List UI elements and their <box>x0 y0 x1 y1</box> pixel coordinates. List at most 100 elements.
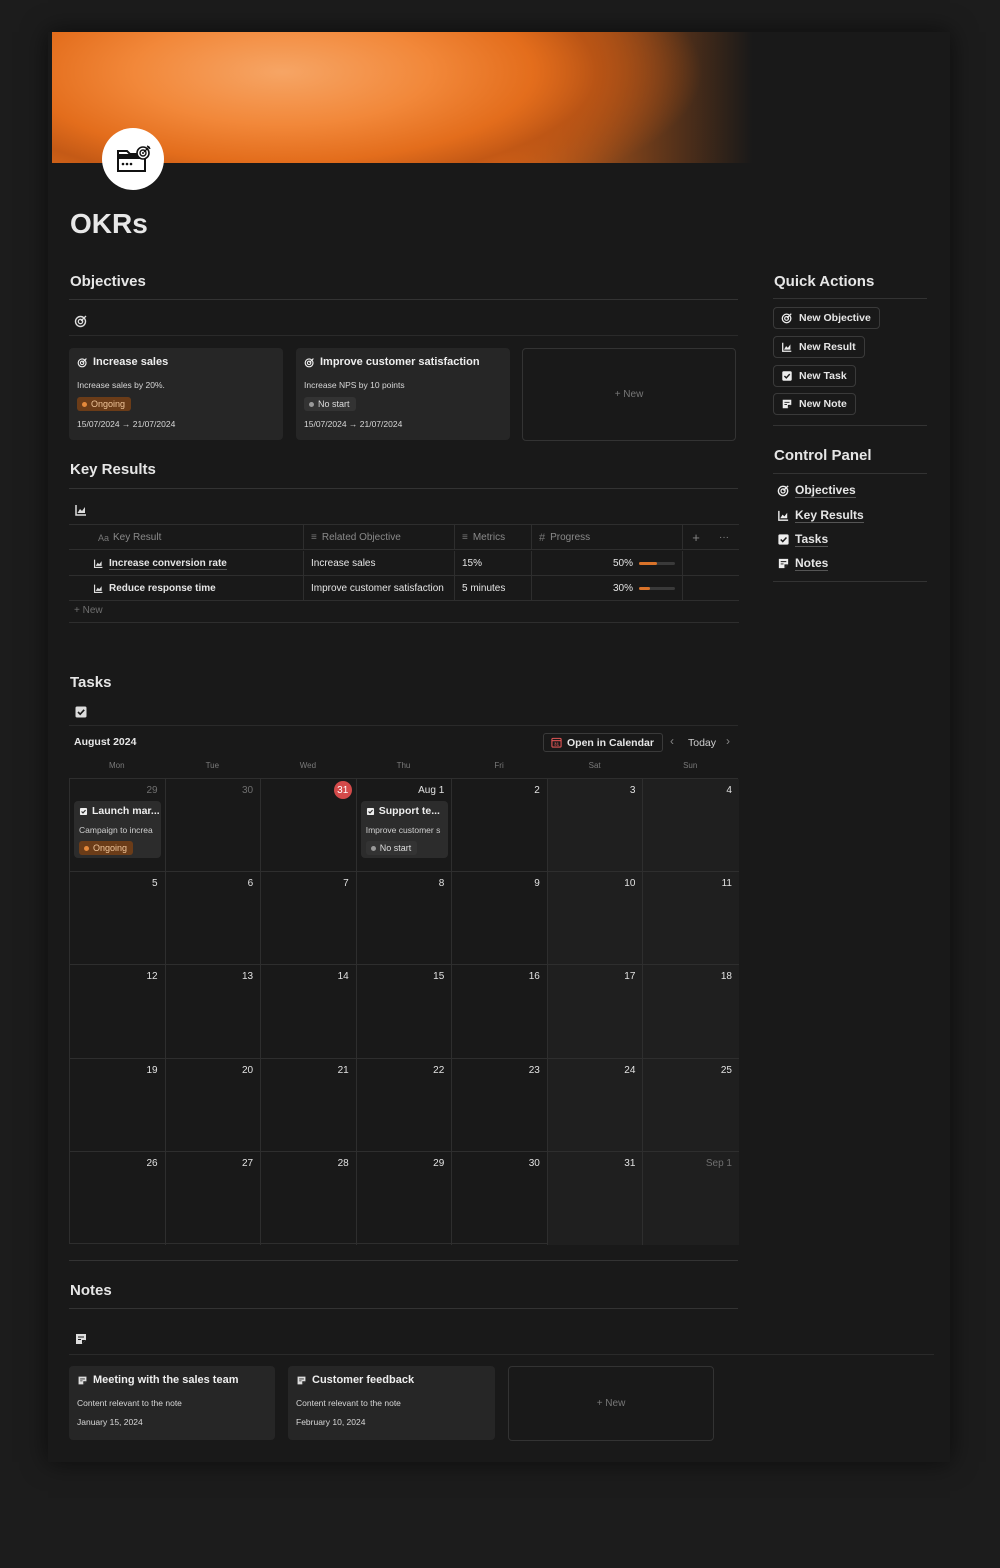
related-objective-cell[interactable]: Improve customer satisfaction <box>304 576 455 601</box>
task-card[interactable]: Support te... Improve customer s No start <box>360 801 448 858</box>
calendar-day-cell[interactable]: 27 <box>166 1151 262 1245</box>
calendar-day-cell[interactable]: 12 <box>70 965 166 1059</box>
calendar-day-cell[interactable]: 22 <box>356 1058 453 1152</box>
objective-card[interactable]: Increase sales Increase sales by 20%. On… <box>69 348 283 440</box>
related-objective-cell[interactable]: Increase sales <box>304 551 455 576</box>
weekday-label: Mon <box>109 761 125 770</box>
calendar-day-cell[interactable]: 15 <box>356 965 453 1059</box>
task-title: Support te... <box>366 805 440 817</box>
table-row[interactable]: Reduce response time Improve customer sa… <box>69 576 739 601</box>
note-card[interactable]: Customer feedback Content relevant to th… <box>288 1366 495 1440</box>
column-header-related-objective[interactable]: ≡ Related Objective <box>304 525 455 550</box>
calendar-day-cell[interactable]: 25 <box>643 1058 739 1152</box>
checkbox-icon[interactable] <box>74 705 88 719</box>
key-result-name[interactable]: Reduce response time <box>109 583 216 594</box>
calendar-day-cell[interactable]: 30 <box>452 1151 548 1245</box>
calendar-day-cell[interactable]: Aug 1 Support te... Improve customer s No s… <box>356 779 453 873</box>
calendar-day-cell[interactable]: 28 <box>261 1151 357 1245</box>
calendar-day-cell[interactable]: 9 <box>452 872 548 966</box>
progress-cell[interactable]: 50% <box>532 551 683 576</box>
note-card-title: Customer feedback <box>296 1374 414 1386</box>
new-objective-card[interactable]: + New <box>522 348 736 441</box>
calendar-body: 29 Launch mar... Campaign to increa Ongoing… <box>69 778 739 1245</box>
progress-bar <box>639 587 675 590</box>
key-result-name-cell[interactable]: Increase conversion rate <box>69 551 304 576</box>
checkbox-icon <box>782 371 792 381</box>
key-result-name[interactable]: Increase conversion rate <box>109 558 227 570</box>
calendar-day-cell[interactable]: 17 <box>547 965 644 1059</box>
column-header-metrics[interactable]: ≡ Metrics <box>455 525 532 550</box>
table-row[interactable]: Increase conversion rate Increase sales … <box>69 551 739 576</box>
calendar-day-cell[interactable]: 30 <box>165 779 262 873</box>
calendar-day-cell[interactable]: 3 <box>547 779 644 873</box>
new-row-button[interactable]: + New <box>69 601 739 623</box>
calendar-day-cell[interactable]: 26 <box>70 1151 166 1245</box>
metrics-cell[interactable]: 15% <box>455 551 532 576</box>
objective-card[interactable]: Improve customer satisfaction Increase N… <box>296 348 510 440</box>
chart-icon <box>782 342 792 352</box>
calendar-day-cell[interactable]: 29 <box>357 1151 453 1245</box>
day-number: 16 <box>528 971 540 983</box>
divider <box>69 1308 738 1309</box>
task-card[interactable]: Launch mar... Campaign to increa Ongoing <box>74 801 161 858</box>
calendar-day-cell[interactable]: 21 <box>261 1058 357 1152</box>
calendar-day-cell[interactable]: 19 <box>70 1058 166 1152</box>
notes-heading: Notes <box>70 1282 112 1299</box>
new-result-button[interactable]: New Result <box>773 336 865 358</box>
calendar-day-cell[interactable]: 29 Launch mar... Campaign to increa Ongoing <box>70 779 166 873</box>
more-options-button[interactable]: ··· <box>709 525 739 550</box>
calendar-day-cell[interactable]: 20 <box>165 1058 262 1152</box>
table-header-row: Aa Key Result ≡ Related Objective ≡ Metrics… <box>69 525 739 550</box>
calendar-day-cell[interactable]: 13 <box>165 965 262 1059</box>
calendar-day-cell[interactable]: 31 <box>547 1151 644 1245</box>
control-panel-key-results-link[interactable]: Key Results <box>777 508 864 523</box>
control-panel-tasks-link[interactable]: Tasks <box>777 532 829 547</box>
today-button[interactable]: Today <box>688 737 716 749</box>
calendar-day-cell[interactable]: 16 <box>452 965 548 1059</box>
calendar-day-cell[interactable]: 14 <box>261 965 357 1059</box>
chevron-left-icon[interactable]: ‹ <box>670 734 674 748</box>
calendar-day-cell[interactable]: 4 <box>643 779 739 873</box>
day-number: 22 <box>433 1064 445 1076</box>
day-number: 8 <box>438 878 445 890</box>
calendar-day-cell[interactable]: 8 <box>356 872 453 966</box>
target-icon <box>304 357 314 367</box>
calendar-day-cell[interactable]: 18 <box>643 965 739 1059</box>
new-note-card[interactable]: + New <box>508 1366 714 1441</box>
chevron-right-icon[interactable]: › <box>726 734 730 748</box>
add-column-button[interactable]: + <box>683 525 709 550</box>
calendar-icon: 31 <box>551 737 562 748</box>
column-header-progress[interactable]: # Progress <box>532 525 683 550</box>
calendar-day-cell[interactable]: 7 <box>261 872 357 966</box>
link-label: Notes <box>795 556 829 571</box>
chart-icon[interactable] <box>74 503 88 517</box>
calendar-day-cell[interactable]: 2 <box>452 779 548 873</box>
target-icon <box>781 313 792 324</box>
metrics-cell[interactable]: 5 minutes <box>455 576 532 601</box>
calendar-day-cell[interactable]: 6 <box>165 872 262 966</box>
calendar-day-cell[interactable]: 10 <box>547 872 644 966</box>
page-cover[interactable] <box>52 32 950 163</box>
control-panel-objectives-link[interactable]: Objectives <box>777 483 856 498</box>
calendar-day-cell[interactable]: Sep 1 <box>643 1151 739 1245</box>
calendar-day-cell[interactable]: 11 <box>643 872 739 966</box>
calendar-day-cell[interactable]: 31 <box>261 779 357 873</box>
calendar-day-cell[interactable]: 24 <box>547 1058 644 1152</box>
calendar-day-cell[interactable]: 23 <box>452 1058 548 1152</box>
new-note-button[interactable]: New Note <box>773 393 856 415</box>
note-icon[interactable] <box>74 1332 88 1346</box>
okr-folder-icon[interactable] <box>102 128 164 190</box>
calendar-day-cell[interactable]: 5 <box>70 872 166 966</box>
day-number: 19 <box>146 1064 158 1076</box>
control-panel-notes-link[interactable]: Notes <box>777 556 829 571</box>
new-objective-button[interactable]: New Objective <box>773 307 880 329</box>
objective-description: Increase sales by 20%. <box>77 380 165 390</box>
target-icon[interactable] <box>74 314 88 328</box>
key-result-name-cell[interactable]: Reduce response time <box>69 576 304 601</box>
note-card[interactable]: Meeting with the sales team Content rele… <box>69 1366 275 1440</box>
new-task-button[interactable]: New Task <box>773 365 856 387</box>
note-icon <box>297 1376 306 1384</box>
open-in-calendar-button[interactable]: 31 Open in Calendar <box>543 733 663 752</box>
progress-cell[interactable]: 30% <box>532 576 683 601</box>
column-header-key-result[interactable]: Aa Key Result <box>69 525 304 550</box>
